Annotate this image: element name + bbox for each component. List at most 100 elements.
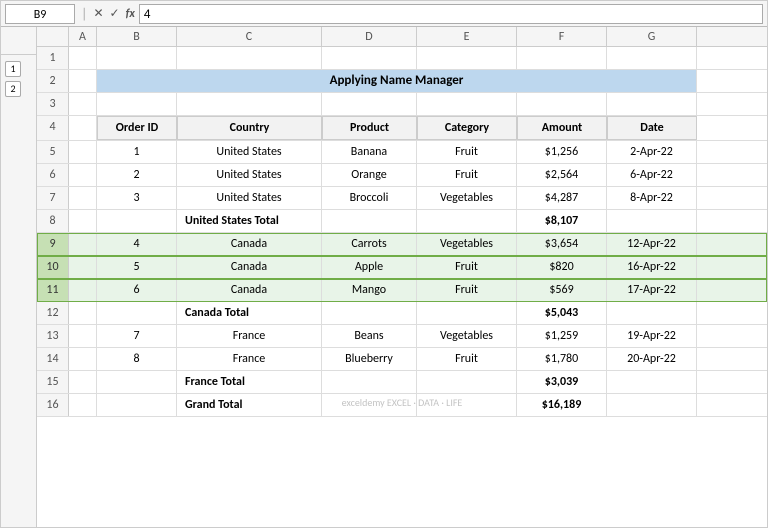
r13-category[interactable]: Vegetables [417,325,517,347]
cell-reference-box[interactable]: B9 [5,4,75,24]
r15-label[interactable]: France Total [177,371,322,393]
r1-d[interactable] [322,47,417,69]
col-header-c[interactable]: C [177,27,322,46]
r2-title[interactable]: Applying Name Manager [97,70,697,92]
r15-e[interactable] [417,371,517,393]
r10-date[interactable]: 16-Apr-22 [607,256,697,278]
r14-category[interactable]: Fruit [417,348,517,370]
r9-category[interactable]: Vegetables [417,233,517,255]
r9-country[interactable]: Canada [177,233,322,255]
r8-e[interactable] [417,210,517,232]
r7-date[interactable]: 8-Apr-22 [607,187,697,209]
r9-id[interactable]: 4 [97,233,177,255]
r2-a[interactable] [69,70,97,92]
r6-date[interactable]: 6-Apr-22 [607,164,697,186]
r8-d[interactable] [322,210,417,232]
r15-a[interactable] [69,371,97,393]
r15-g[interactable] [607,371,697,393]
r11-product[interactable]: Mango [322,279,417,301]
formula-input[interactable] [139,4,763,24]
r10-id[interactable]: 5 [97,256,177,278]
r8-a[interactable] [69,210,97,232]
col-header-e[interactable]: E [417,27,517,46]
r5-date[interactable]: 2-Apr-22 [607,141,697,163]
r5-a[interactable] [69,141,97,163]
header-orderid[interactable]: Order ID [97,116,177,140]
r6-product[interactable]: Orange [322,164,417,186]
r12-b[interactable] [97,302,177,324]
r15-amount[interactable]: $3,039 [517,371,607,393]
r16-e[interactable] [417,394,517,416]
r6-id[interactable]: 2 [97,164,177,186]
r16-amount[interactable]: $16,189 [517,394,607,416]
r12-d[interactable] [322,302,417,324]
r13-product[interactable]: Beans [322,325,417,347]
r3-c[interactable] [177,93,322,115]
r6-category[interactable]: Fruit [417,164,517,186]
r15-d[interactable] [322,371,417,393]
r11-category[interactable]: Fruit [417,279,517,301]
col-header-b[interactable]: B [97,27,177,46]
r15-b[interactable] [97,371,177,393]
r6-amount[interactable]: $2,564 [517,164,607,186]
r3-f[interactable] [517,93,607,115]
r5-id[interactable]: 1 [97,141,177,163]
r11-country[interactable]: Canada [177,279,322,301]
r8-g[interactable] [607,210,697,232]
r14-country[interactable]: France [177,348,322,370]
r14-a[interactable] [69,348,97,370]
r6-a[interactable] [69,164,97,186]
r16-b[interactable] [97,394,177,416]
header-product[interactable]: Product [322,116,417,140]
r10-amount[interactable]: $820 [517,256,607,278]
outline-btn-2[interactable]: 2 [5,81,21,97]
r4-a[interactable] [69,116,97,140]
r12-e[interactable] [417,302,517,324]
r9-date[interactable]: 12-Apr-22 [607,233,697,255]
r7-id[interactable]: 3 [97,187,177,209]
r11-a[interactable] [69,279,97,301]
r11-id[interactable]: 6 [97,279,177,301]
r13-amount[interactable]: $1,259 [517,325,607,347]
r13-date[interactable]: 19-Apr-22 [607,325,697,347]
r9-amount[interactable]: $3,654 [517,233,607,255]
r11-date[interactable]: 17-Apr-22 [607,279,697,301]
confirm-icon[interactable]: ✓ [110,6,120,21]
outline-btn-1[interactable]: 1 [5,61,21,77]
r10-product[interactable]: Apple [322,256,417,278]
r13-a[interactable] [69,325,97,347]
r10-a[interactable] [69,256,97,278]
r7-category[interactable]: Vegetables [417,187,517,209]
r12-amount[interactable]: $5,043 [517,302,607,324]
col-header-g[interactable]: G [607,27,697,46]
col-header-d[interactable]: D [322,27,417,46]
fx-icon[interactable]: fx [126,7,135,21]
r16-a[interactable] [69,394,97,416]
r9-product[interactable]: Carrots [322,233,417,255]
r12-label[interactable]: Canada Total [177,302,322,324]
r8-label[interactable]: United States Total [177,210,322,232]
r10-country[interactable]: Canada [177,256,322,278]
r8-b[interactable] [97,210,177,232]
r3-e[interactable] [417,93,517,115]
r14-amount[interactable]: $1,780 [517,348,607,370]
header-amount[interactable]: Amount [517,116,607,140]
r14-date[interactable]: 20-Apr-22 [607,348,697,370]
r16-g[interactable] [607,394,697,416]
r9-a[interactable] [69,233,97,255]
r5-product[interactable]: Banana [322,141,417,163]
cancel-icon[interactable]: ✕ [93,6,103,21]
r13-country[interactable]: France [177,325,322,347]
header-country[interactable]: Country [177,116,322,140]
r13-id[interactable]: 7 [97,325,177,347]
col-header-f[interactable]: F [517,27,607,46]
r12-g[interactable] [607,302,697,324]
r1-a[interactable] [69,47,97,69]
header-category[interactable]: Category [417,116,517,140]
r11-amount[interactable]: $569 [517,279,607,301]
r1-g[interactable] [607,47,697,69]
r3-b[interactable] [97,93,177,115]
r1-f[interactable] [517,47,607,69]
r6-country[interactable]: United States [177,164,322,186]
r3-a[interactable] [69,93,97,115]
